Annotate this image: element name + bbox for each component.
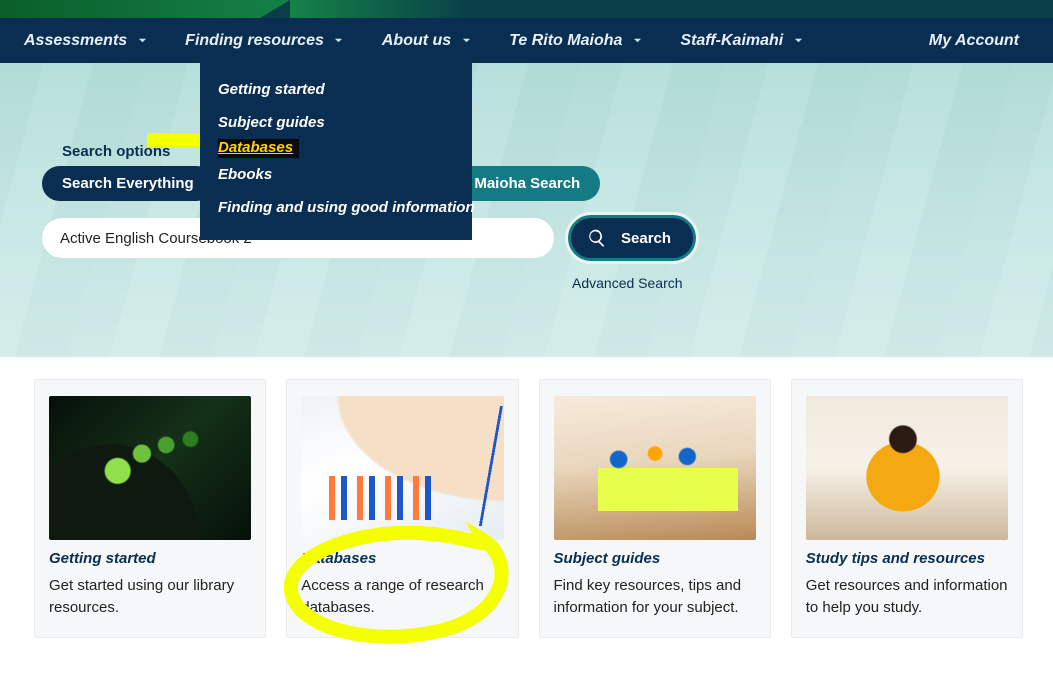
nav-dropdown-finding-resources: Getting started Subject guides Databases… xyxy=(200,63,472,240)
search-icon xyxy=(587,228,607,248)
nav-item-about-us[interactable]: About us xyxy=(368,32,485,50)
card-description: Get started using our library resources. xyxy=(49,575,251,619)
search-button-label: Search xyxy=(621,230,671,247)
advanced-search-link[interactable]: Advanced Search xyxy=(572,275,1053,291)
dropdown-item-databases[interactable]: Databases xyxy=(218,139,299,158)
chevron-down-icon xyxy=(793,36,803,46)
card-thumbnail xyxy=(301,396,503,540)
search-tabs: Search Everything Catalogue Search Te Ri… xyxy=(42,166,1053,201)
feature-cards: Getting started Get started using our li… xyxy=(0,357,1053,660)
card-study-tips[interactable]: Study tips and resources Get resources a… xyxy=(791,379,1023,638)
hero: Search options Search Everything Catalog… xyxy=(0,63,1053,357)
nav-label: Staff-Kaimahi xyxy=(680,32,783,50)
nav-label: Finding resources xyxy=(185,32,324,50)
card-description: Access a range of research databases. xyxy=(301,575,503,619)
search-row: Search xyxy=(42,215,1053,261)
brand-top-stripe xyxy=(0,0,1053,18)
card-title: Subject guides xyxy=(554,550,756,567)
chevron-down-icon xyxy=(334,36,344,46)
nav-label: Assessments xyxy=(24,32,127,50)
card-databases[interactable]: Databases Access a range of research dat… xyxy=(286,379,518,638)
chevron-down-icon xyxy=(632,36,642,46)
card-title: Getting started xyxy=(49,550,251,567)
dropdown-item-finding-good-info[interactable]: Finding and using good information xyxy=(200,191,472,224)
dropdown-item-subject-guides[interactable]: Subject guides xyxy=(200,106,472,139)
dropdown-item-ebooks[interactable]: Ebooks xyxy=(200,158,472,191)
nav-label: Te Rito Maioha xyxy=(509,32,622,50)
card-subject-guides[interactable]: Subject guides Find key resources, tips … xyxy=(539,379,771,638)
nav-label: My Account xyxy=(929,32,1019,50)
nav-item-my-account[interactable]: My Account xyxy=(915,32,1033,50)
card-thumbnail xyxy=(554,396,756,540)
nav-item-te-rito-maioha[interactable]: Te Rito Maioha xyxy=(495,32,656,50)
main-nav: Assessments Finding resources About us T… xyxy=(0,18,1053,63)
card-title: Databases xyxy=(301,550,503,567)
card-title: Study tips and resources xyxy=(806,550,1008,567)
dropdown-item-getting-started[interactable]: Getting started xyxy=(200,73,472,106)
chevron-down-icon xyxy=(137,36,147,46)
chevron-down-icon xyxy=(461,36,471,46)
search-button[interactable]: Search xyxy=(568,215,696,261)
card-getting-started[interactable]: Getting started Get started using our li… xyxy=(34,379,266,638)
card-description: Get resources and information to help yo… xyxy=(806,575,1008,619)
nav-item-staff-kaimahi[interactable]: Staff-Kaimahi xyxy=(666,32,817,50)
nav-item-assessments[interactable]: Assessments xyxy=(10,32,161,50)
card-thumbnail xyxy=(49,396,251,540)
tab-search-everything[interactable]: Search Everything xyxy=(42,166,214,201)
card-description: Find key resources, tips and information… xyxy=(554,575,756,619)
nav-label: About us xyxy=(382,32,451,50)
card-thumbnail xyxy=(806,396,1008,540)
nav-item-finding-resources[interactable]: Finding resources xyxy=(171,32,358,50)
